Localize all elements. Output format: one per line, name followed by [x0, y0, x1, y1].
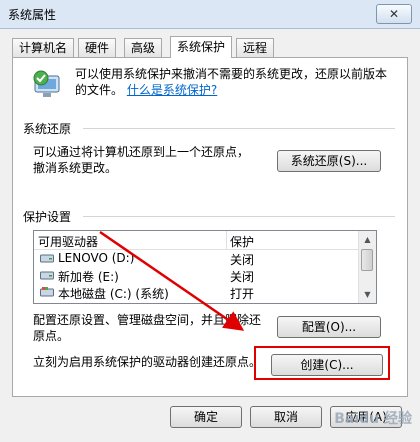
system-restore-button[interactable]: 系统还原(S)... [277, 150, 381, 172]
what-is-system-protection-link[interactable]: 什么是系统保护? [127, 83, 217, 97]
drive-list[interactable]: 可用驱动器 保护 LENOVO (D:) 关闭 新加卷 (E:) 关闭 本地磁盘… [33, 230, 377, 304]
baidu-watermark: Baidu 经验 [334, 411, 412, 427]
desc-line: 原点。 [33, 329, 70, 343]
drive-protection-status: 关闭 [230, 253, 255, 267]
protection-settings-heading: 保护设置 [23, 210, 72, 224]
column-header-drive[interactable]: 可用驱动器 [38, 233, 98, 250]
scroll-up-icon[interactable]: ▲ [360, 232, 375, 247]
create-description: 立刻为启用系统保护的驱动器创建还原点。 [33, 355, 262, 369]
tab-strip: 计算机名 硬件 高级 系统保护 远程 [12, 36, 408, 58]
tab-label: 硬件 [85, 41, 110, 55]
intro-text: 可以使用系统保护来撤消不需要的系统更改，还原以前版本的文件。 什么是系统保护? [75, 66, 395, 98]
annotation-highlight-box [254, 346, 390, 380]
drive-name: 本地磁盘 (C:) (系统) [58, 287, 169, 301]
tab-computer-name[interactable]: 计算机名 [12, 38, 75, 57]
system-restore-heading: 系统还原 [23, 122, 72, 136]
tab-label: 高级 [131, 41, 156, 55]
tab-remote[interactable]: 远程 [236, 38, 275, 57]
drive-row[interactable]: 本地磁盘 (C:) (系统) 打开 [34, 284, 360, 301]
drive-name: LENOVO (D:) [58, 251, 135, 265]
close-icon: ✕ [388, 7, 400, 21]
windows-drive-icon [40, 287, 54, 297]
tab-label: 系统保护 [177, 40, 226, 54]
system-protection-icon [33, 70, 60, 97]
drive-list-scrollbar[interactable]: ▲ ▼ [358, 231, 376, 303]
drive-list-header: 可用驱动器 保护 [34, 231, 360, 250]
intro-description: 可以使用系统保护来撤消不需要的系统更改，还原以前版本的文件。 [75, 67, 388, 97]
close-button[interactable]: ✕ [376, 4, 412, 24]
tab-label: 计算机名 [19, 41, 68, 55]
ok-button[interactable]: 确定 [170, 406, 242, 428]
drive-name: 新加卷 (E:) [58, 270, 119, 284]
drive-protection-status: 打开 [230, 287, 255, 301]
system-restore-description: 可以通过将计算机还原到上一个还原点， 撤消系统更改。 [33, 144, 249, 176]
desc-line: 配置还原设置、管理磁盘空间，并且删除还 [33, 313, 262, 327]
window-title: 系统属性 [8, 8, 57, 22]
drive-icon [40, 254, 54, 263]
title-bar: 系统属性 ✕ [0, 0, 420, 29]
drive-row[interactable]: 新加卷 (E:) 关闭 [34, 267, 360, 284]
tab-label: 远程 [243, 41, 268, 55]
tab-system-protection[interactable]: 系统保护 [170, 36, 233, 58]
configure-description: 配置还原设置、管理磁盘空间，并且删除还 原点。 [33, 312, 261, 344]
column-header-protection[interactable]: 保护 [230, 233, 254, 250]
desc-line: 撤消系统更改。 [33, 161, 118, 175]
tab-hardware[interactable]: 硬件 [78, 38, 117, 57]
divider [83, 128, 395, 129]
desc-line: 可以通过将计算机还原到上一个还原点， [33, 145, 250, 159]
drive-row[interactable]: LENOVO (D:) 关闭 [34, 250, 360, 267]
scroll-down-icon[interactable]: ▼ [360, 287, 375, 302]
tab-advanced[interactable]: 高级 [124, 38, 163, 57]
cancel-button[interactable]: 取消 [250, 406, 322, 428]
divider [83, 216, 395, 217]
scroll-thumb[interactable] [361, 249, 373, 271]
column-separator [226, 231, 227, 249]
drive-icon [40, 271, 54, 280]
drive-protection-status: 关闭 [230, 270, 255, 284]
system-properties-dialog: 系统属性 ✕ 计算机名 硬件 高级 系统保护 远程 可以使用系统保护来撤消不需要… [0, 0, 420, 442]
configure-button[interactable]: 配置(O)... [277, 316, 381, 338]
